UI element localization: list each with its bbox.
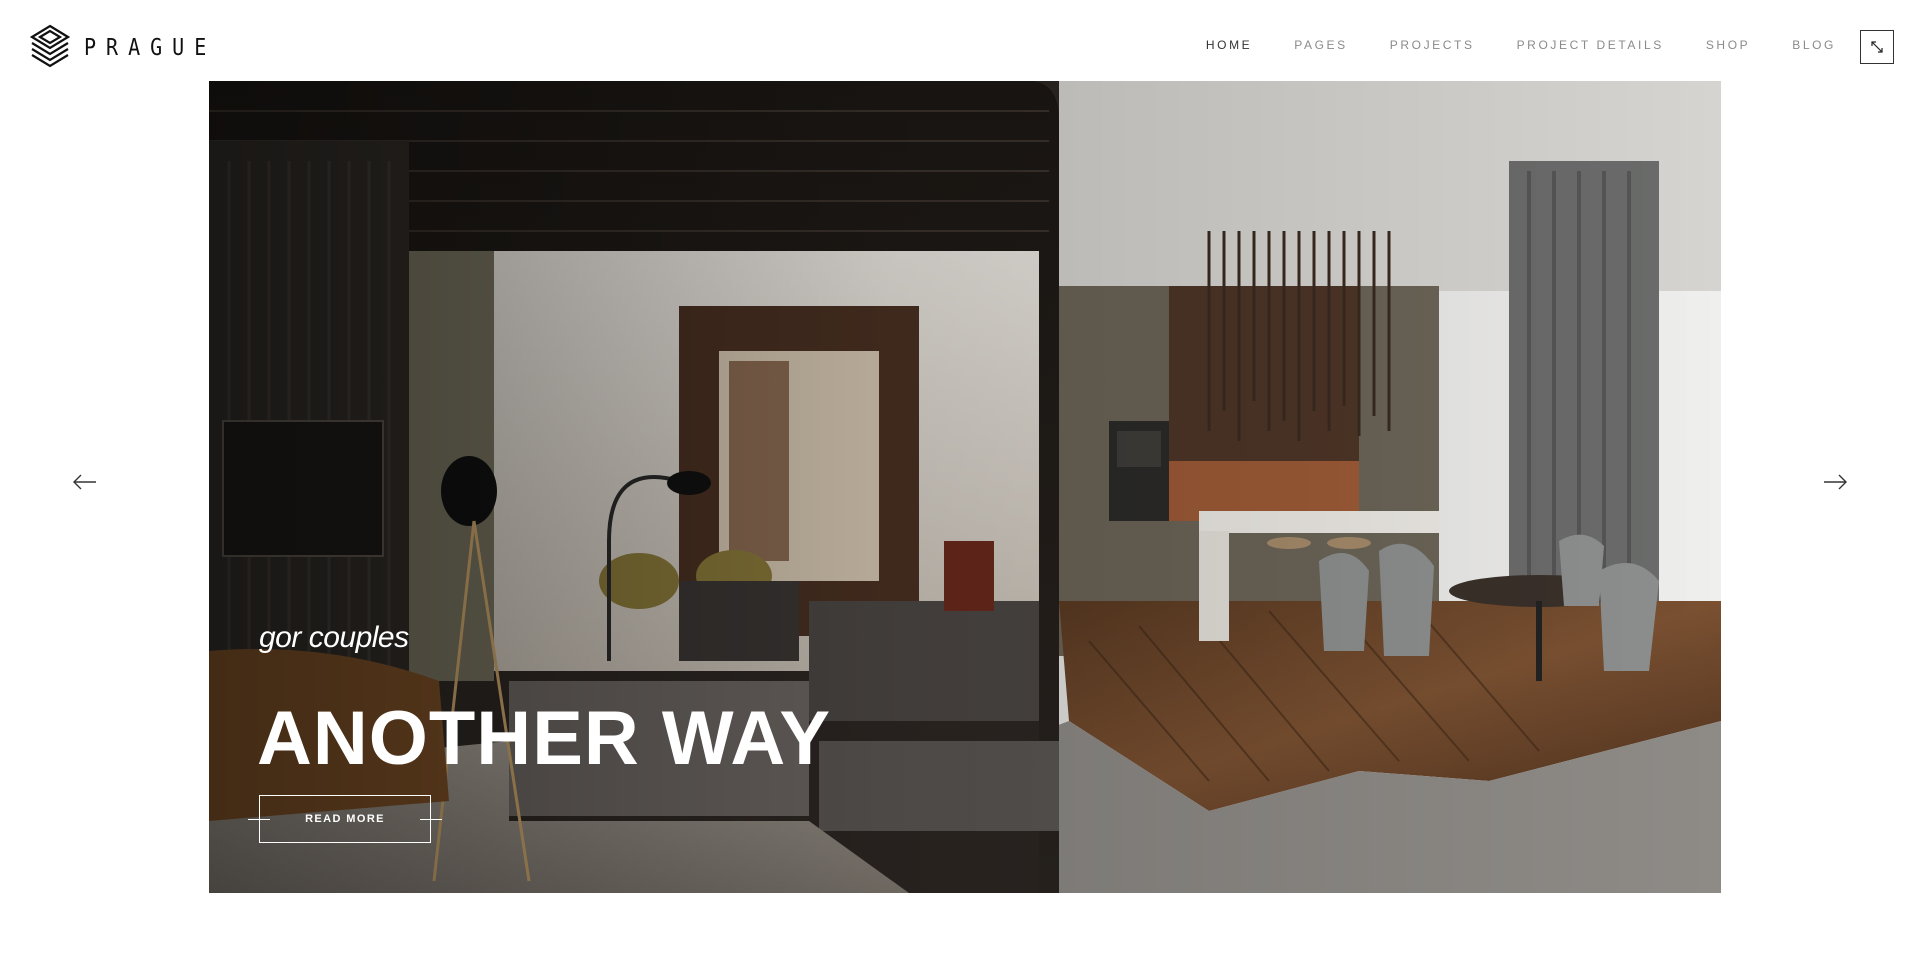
hero-slide: gor couples ANOTHER WAY READ MORE bbox=[209, 81, 1721, 893]
button-line-right bbox=[420, 819, 442, 820]
read-more-button[interactable]: READ MORE bbox=[248, 795, 442, 843]
hero-subtitle: gor couples bbox=[259, 621, 409, 654]
main-nav: HOME PAGES PROJECTS PROJECT DETAILS SHOP… bbox=[1164, 38, 1836, 52]
nav-shop[interactable]: SHOP bbox=[1706, 38, 1750, 52]
hero-title: ANOTHER WAY bbox=[257, 696, 832, 781]
nav-project-details[interactable]: PROJECT DETAILS bbox=[1517, 38, 1664, 52]
layered-diamond-icon bbox=[30, 24, 70, 68]
arrow-left-icon bbox=[73, 474, 96, 490]
brand-logo[interactable]: PRAGUE bbox=[30, 24, 216, 70]
expand-arrows-icon bbox=[1871, 41, 1883, 53]
read-more-label: READ MORE bbox=[305, 813, 385, 825]
slider-next-button[interactable] bbox=[1822, 472, 1848, 492]
nav-projects[interactable]: PROJECTS bbox=[1390, 38, 1475, 52]
nav-pages[interactable]: PAGES bbox=[1294, 38, 1347, 52]
slider-prev-button[interactable] bbox=[72, 472, 98, 492]
nav-home[interactable]: HOME bbox=[1206, 38, 1252, 52]
nav-blog[interactable]: BLOG bbox=[1792, 38, 1836, 52]
arrow-right-icon bbox=[1824, 474, 1847, 490]
fullscreen-toggle-button[interactable] bbox=[1860, 30, 1894, 64]
brand-name: PRAGUE bbox=[84, 33, 217, 61]
button-line-left bbox=[248, 819, 270, 820]
